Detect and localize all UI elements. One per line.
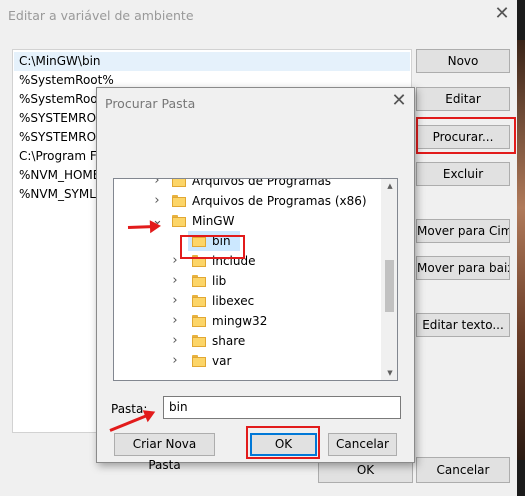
highlight-box: [180, 235, 245, 259]
highlight-marker: [161, 396, 163, 398]
chevron-right-icon[interactable]: ›: [170, 291, 180, 311]
tree-node[interactable]: › Arquivos de Programas: [114, 178, 380, 191]
list-item[interactable]: C:\MinGW\bin: [14, 52, 410, 71]
new-button[interactable]: Novo: [416, 49, 510, 73]
background-edge: [517, 0, 525, 40]
close-icon[interactable]: ✕: [492, 4, 512, 24]
scrollbar-thumb[interactable]: [385, 260, 394, 312]
delete-button[interactable]: Excluir: [416, 162, 510, 186]
scroll-up-icon[interactable]: ▲: [383, 179, 397, 193]
dialog-title: Editar a variável de ambiente: [8, 8, 194, 23]
tree-node-label: Arquivos de Programas (x86): [192, 194, 367, 208]
tree-node-label: lib: [212, 274, 227, 288]
tree-node[interactable]: › Arquivos de Programas (x86): [114, 191, 380, 211]
move-down-button[interactable]: Mover para baixo: [416, 256, 510, 280]
chevron-right-icon[interactable]: ›: [170, 271, 180, 291]
tree-node[interactable]: › lib: [114, 271, 380, 291]
folder-tree[interactable]: › Arquivos de Programas › Arquivos de Pr…: [113, 178, 398, 381]
new-folder-button[interactable]: Criar Nova Pasta: [114, 433, 215, 472]
background-edge: [517, 40, 525, 460]
chevron-right-icon[interactable]: ›: [152, 179, 162, 191]
edit-text-button[interactable]: Editar texto...: [416, 313, 510, 337]
tree-node[interactable]: › var: [114, 351, 380, 371]
folder-icon: [192, 275, 206, 287]
tree-node-label: Arquivos de Programas: [192, 178, 332, 188]
chevron-right-icon[interactable]: ›: [170, 251, 180, 271]
folder-icon: [192, 295, 206, 307]
tree-node[interactable]: › include: [114, 251, 380, 271]
tree-node-label: var: [212, 354, 232, 368]
cancel-button[interactable]: Cancelar: [416, 457, 510, 483]
tree-node-label: MinGW: [192, 214, 235, 228]
tree-node[interactable]: › mingw32: [114, 311, 380, 331]
background-edge: [517, 460, 525, 496]
folder-icon: [172, 195, 186, 207]
folder-input[interactable]: bin: [163, 396, 401, 419]
chevron-right-icon[interactable]: ›: [170, 311, 180, 331]
folder-icon: [172, 215, 186, 227]
tree-node-label: libexec: [212, 294, 255, 308]
folder-label: Pasta:: [111, 402, 148, 416]
folder-icon: [192, 315, 206, 327]
chevron-right-icon[interactable]: ›: [152, 191, 162, 211]
folder-icon: [192, 355, 206, 367]
tree-node-label: share: [212, 334, 246, 348]
scroll-down-icon[interactable]: ▼: [383, 366, 397, 380]
tree-node[interactable]: › share: [114, 331, 380, 351]
highlight-box: [416, 117, 516, 154]
tree-node-label: mingw32: [212, 314, 268, 328]
cancel-button[interactable]: Cancelar: [328, 433, 397, 456]
folder-icon: [192, 335, 206, 347]
move-up-button[interactable]: Mover para Cima: [416, 219, 510, 243]
close-icon[interactable]: ✕: [389, 91, 409, 111]
edit-button[interactable]: Editar: [416, 87, 510, 111]
chevron-right-icon[interactable]: ›: [170, 351, 180, 371]
highlight-box: [246, 426, 320, 459]
folder-icon: [172, 179, 186, 187]
chevron-right-icon[interactable]: ›: [170, 331, 180, 351]
dialog-title: Procurar Pasta: [105, 96, 196, 111]
tree-node[interactable]: › libexec: [114, 291, 380, 311]
browse-folder-dialog: Procurar Pasta ✕ › Arquivos de Programas…: [96, 87, 415, 472]
